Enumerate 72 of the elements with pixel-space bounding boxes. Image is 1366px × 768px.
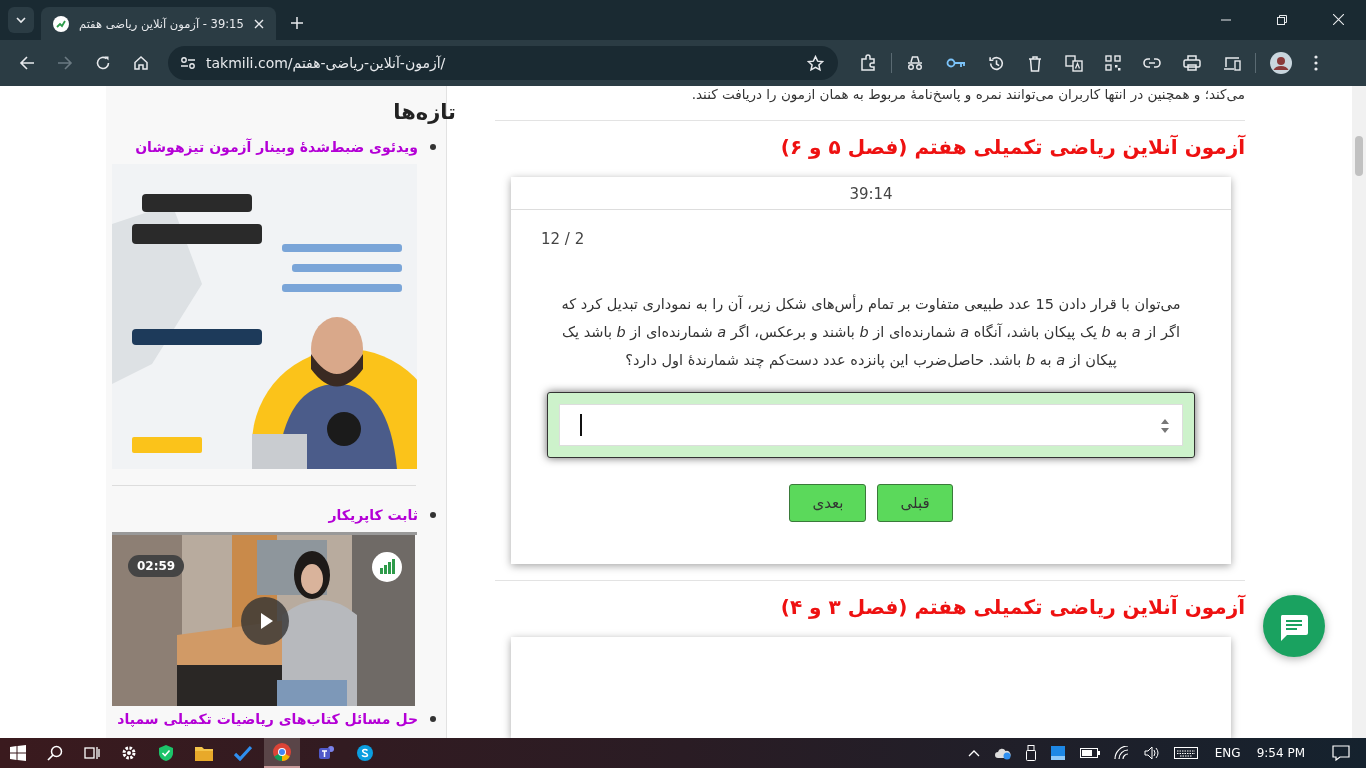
sidebar-heading: تازه‌ها [392, 100, 456, 124]
skype-icon[interactable] [357, 745, 373, 761]
timer-text: 39:14 [511, 176, 1231, 210]
site-favicon-icon [53, 15, 69, 32]
quiz-title: آزمون آنلاین ریاضی تکمیلی هفتم (فصل ۳ و ۴) [779, 594, 1245, 619]
restore-icon[interactable] [1277, 15, 1287, 25]
close-tab-icon[interactable] [253, 18, 264, 29]
home-icon[interactable] [133, 55, 149, 71]
cloud-icon[interactable] [993, 746, 1012, 760]
forward-icon[interactable] [57, 55, 73, 71]
nav-button[interactable]: بعدی [789, 483, 867, 522]
devices-icon[interactable] [1223, 55, 1241, 71]
reload-icon[interactable] [95, 55, 111, 71]
chrome-icon [273, 743, 291, 761]
incognito-icon[interactable] [906, 55, 924, 71]
post-link[interactable]: حل مسائل کتاب‌های ریاضیات تکمیلی سمپاد [117, 711, 418, 727]
bullet-icon [430, 512, 436, 518]
translate-icon[interactable] [1065, 54, 1083, 72]
trash-icon[interactable] [1027, 54, 1043, 72]
text-cursor [580, 413, 582, 436]
keyboard-icon[interactable] [1173, 747, 1198, 759]
url-text: takmili.com/آزمون-آنلاین-ریاضی-هفتم/ [206, 55, 446, 71]
extensions-icon[interactable] [859, 54, 877, 72]
app-tray-icon[interactable] [1049, 745, 1066, 761]
post-link[interactable]: ثابت کاپریکار [328, 507, 418, 523]
post-link[interactable]: ویدئوی ضبط‌شدهٔ وبینار آزمون تیزهوشان [135, 139, 418, 155]
task-view-icon[interactable] [84, 745, 100, 761]
battery-icon[interactable] [1079, 748, 1100, 758]
address-bar[interactable]: takmili.com/آزمون-آنلاین-ریاضی-هفتم/ [168, 46, 838, 80]
answer-box[interactable] [547, 391, 1195, 458]
caret-icon [15, 14, 27, 26]
chevron-up-icon[interactable] [967, 749, 980, 757]
history-icon[interactable] [988, 54, 1005, 72]
channel-logo-icon [372, 552, 402, 582]
usb-drive-icon[interactable] [1025, 745, 1036, 761]
key-icon[interactable] [946, 56, 966, 70]
back-icon[interactable] [19, 55, 35, 71]
folder-icon[interactable] [195, 745, 213, 761]
print-icon[interactable] [1183, 55, 1201, 71]
nav-button[interactable]: قبلی [877, 483, 953, 522]
intro-paragraph: می‌کند؛ و همچنین در انتها کاربران می‌توانند نمره و پاسخ‌نامهٔ مربوط به همان ازمون را دریافت کنند. [690, 86, 1245, 104]
search-icon[interactable] [47, 745, 63, 761]
bullet-icon [430, 144, 436, 150]
language-indicator[interactable]: ENG [1214, 746, 1241, 760]
teams-icon[interactable] [318, 744, 336, 762]
browser-tab[interactable]: 39:15 - آزمون آنلاین ریاضی هفتم [41, 7, 276, 40]
qr-code-icon[interactable] [1105, 55, 1121, 71]
browser-taskbar-button[interactable] [264, 738, 300, 768]
close-icon[interactable] [1333, 14, 1344, 25]
clock-text[interactable]: 9:54 PM [1256, 746, 1305, 760]
tab-list-button[interactable] [8, 7, 34, 33]
scrollbar[interactable] [1352, 86, 1366, 738]
settings-icon[interactable] [121, 745, 137, 761]
video-duration: 02:59 [128, 555, 185, 577]
shield-icon[interactable] [158, 744, 174, 762]
question-counter: 12 / 2 [541, 229, 585, 248]
quiz-title: آزمون آنلاین ریاضی تکمیلی هفتم (فصل ۵ و ۶) [779, 134, 1245, 159]
chat-icon[interactable] [1263, 595, 1325, 657]
avatar-icon[interactable] [1270, 52, 1292, 74]
site-info-icon[interactable] [180, 56, 196, 70]
notifications-icon[interactable] [1332, 745, 1350, 761]
wifi-icon[interactable] [1113, 746, 1130, 760]
windows-start-icon[interactable] [10, 745, 26, 761]
link-icon[interactable] [1143, 57, 1161, 69]
tab-title: 39:15 - آزمون آنلاین ریاضی هفتم [79, 16, 244, 31]
bookmark-star-icon[interactable] [807, 54, 824, 72]
new-tab-icon[interactable] [290, 17, 303, 29]
bullet-icon [430, 716, 436, 722]
volume-icon[interactable] [1143, 746, 1160, 760]
menu-icon[interactable] [1314, 55, 1318, 71]
checkmark-icon[interactable] [234, 745, 252, 761]
play-icon[interactable] [241, 597, 289, 645]
